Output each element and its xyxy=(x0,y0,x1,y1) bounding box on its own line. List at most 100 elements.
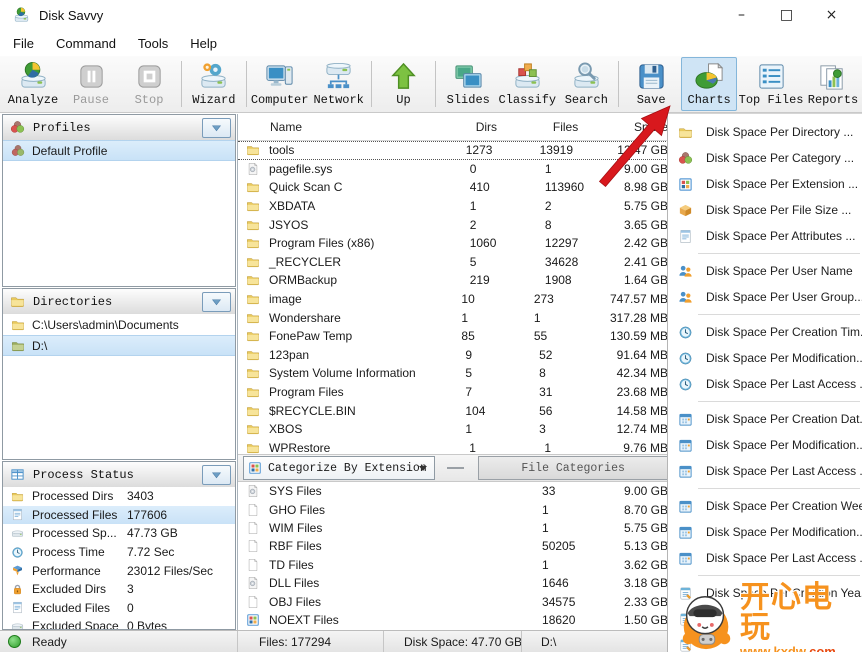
file-row-system-volume-information[interactable]: System Volume Information5842.34 MB xyxy=(238,364,668,383)
toolbar-button-search[interactable]: Search xyxy=(558,57,614,111)
process-status-excluded-space[interactable]: Excluded Space0 Bytes xyxy=(3,617,235,629)
file-row-xbos[interactable]: XBOS1312.74 MB xyxy=(238,420,668,439)
menu-item-disk-space-per-modification[interactable]: Disk Space Per Modification... xyxy=(668,519,862,545)
toolbar-button-save[interactable]: Save xyxy=(623,57,679,111)
category-row-wim-files[interactable]: WIM Files15.75 GB xyxy=(238,519,668,537)
process-status-processed-files[interactable]: Processed Files177606 xyxy=(3,506,235,525)
process-status-processed-sp[interactable]: Processed Sp...47.73 GB xyxy=(3,524,235,543)
menu-item-disk-space-per-category[interactable]: Disk Space Per Category ... xyxy=(668,145,862,171)
toolbar-button-label: Analyze xyxy=(8,93,58,107)
menu-item-disk-space-per-modification[interactable]: Disk Space Per Modification... xyxy=(668,345,862,371)
status-files: Files: 177294 xyxy=(259,635,331,649)
chevron-down-icon xyxy=(203,466,230,484)
close-button[interactable]: × xyxy=(809,0,854,30)
file-row-jsyos[interactable]: JSYOS283.65 GB xyxy=(238,215,668,234)
file-row-xbdata[interactable]: XBDATA125.75 GB xyxy=(238,197,668,216)
file-row-wondershare[interactable]: Wondershare11317.28 MB xyxy=(238,308,668,327)
file-row-ormbackup[interactable]: ORMBackup21919081.64 GB xyxy=(238,271,668,290)
toolbar-button-stop[interactable]: Stop xyxy=(121,57,177,111)
menu-item-disk-space-per-last-access[interactable]: Disk Space Per Last Access ... xyxy=(668,545,862,571)
menu-item-disk-space-per-directory[interactable]: Disk Space Per Directory ... xyxy=(668,119,862,145)
menu-item-disk-space-per-user-name[interactable]: Disk Space Per User Name xyxy=(668,258,862,284)
menu-item-disk-space-per-last-access[interactable]: Disk Space Per Last Access ... xyxy=(668,371,862,397)
file-name-cell: ORMBackup xyxy=(238,273,470,287)
menu-command[interactable]: Command xyxy=(47,36,125,51)
category-row-obj-files[interactable]: OBJ Files345752.33 GB xyxy=(238,592,668,610)
process-status-process-time[interactable]: Process Time7.72 Sec xyxy=(3,543,235,562)
category-row-rbf-files[interactable]: RBF Files502055.13 GB xyxy=(238,537,668,555)
category-files-cell: 1 xyxy=(542,503,624,517)
folder-icon xyxy=(246,255,260,269)
menu-file[interactable]: File xyxy=(4,36,43,51)
calendar-icon xyxy=(678,525,693,540)
process-status-excluded-dirs[interactable]: Excluded Dirs3 xyxy=(3,580,235,599)
toolbar-button-wizard[interactable]: Wizard xyxy=(186,57,242,111)
file-row-quick-scan-c[interactable]: Quick Scan C4101139608.98 GB xyxy=(238,178,668,197)
process-status-excluded-files[interactable]: Excluded Files0 xyxy=(3,599,235,618)
menu-item-disk-space-per-modification[interactable]: Disk Space Per Modification... xyxy=(668,432,862,458)
splitter-handle[interactable] xyxy=(447,467,465,469)
menu-item-disk-space-per-attributes[interactable]: Disk Space Per Attributes ... xyxy=(668,223,862,249)
menu-separator xyxy=(698,401,860,402)
profiles-dropdown-button[interactable] xyxy=(202,118,231,138)
menu-item-disk-space-per-creation-tim[interactable]: Disk Space Per Creation Tim... xyxy=(668,319,862,345)
column-header-name[interactable]: Name xyxy=(238,120,476,134)
menu-item-disk-space-per-last-access[interactable]: Disk Space Per Last Access ... xyxy=(668,458,862,484)
minimize-button[interactable]: – xyxy=(719,0,764,30)
toolbar-button-network[interactable]: Network xyxy=(311,57,367,111)
menu-item-disk-space-per-user-group[interactable]: Disk Space Per User Group... xyxy=(668,284,862,310)
process-status-processed-dirs[interactable]: Processed Dirs3403 xyxy=(3,487,235,506)
column-header-dirs[interactable]: Dirs xyxy=(476,120,553,134)
menu-item-disk-space-per-file-size[interactable]: Disk Space Per File Size ... xyxy=(668,197,862,223)
menu-tools[interactable]: Tools xyxy=(129,36,177,51)
category-row-noext-files[interactable]: NOEXT Files186201.50 GB xyxy=(238,611,668,629)
toolbar-button-analyze[interactable]: Analyze xyxy=(5,57,61,111)
folder-icon xyxy=(246,143,260,157)
category-files-cell: 50205 xyxy=(542,539,624,553)
categorize-dropdown[interactable]: Categorize By Extension xyxy=(243,456,435,480)
category-row-gho-files[interactable]: GHO Files18.70 GB xyxy=(238,500,668,518)
file-row-recycler[interactable]: _RECYCLER5346282.41 GB xyxy=(238,253,668,272)
profile-item-default-profile[interactable]: Default Profile xyxy=(3,140,235,161)
toolbar-button-computer[interactable]: Computer xyxy=(251,57,309,111)
toolbar-button-up[interactable]: Up xyxy=(375,57,431,111)
menu-help[interactable]: Help xyxy=(181,36,226,51)
file-categories-button[interactable]: File Categories xyxy=(478,456,668,480)
column-header-files[interactable]: Files xyxy=(553,120,634,134)
toolbar-button-slides[interactable]: Slides xyxy=(440,57,496,111)
file-row-image[interactable]: image10273747.57 MB xyxy=(238,290,668,309)
directory-item-d[interactable]: D:\ xyxy=(3,335,235,356)
directories-dropdown-button[interactable] xyxy=(202,292,231,312)
menu-item-disk-space-per-creation-dat[interactable]: Disk Space Per Creation Dat... xyxy=(668,406,862,432)
file-row-pagefile-sys[interactable]: pagefile.sys019.00 GB xyxy=(238,160,668,179)
file-row-123pan[interactable]: 123pan95291.64 MB xyxy=(238,346,668,365)
menu-item-disk-space-per-extension[interactable]: Disk Space Per Extension ... xyxy=(668,171,862,197)
file-dirs-cell: 10 xyxy=(461,292,533,306)
toolbar-button-top-files[interactable]: Top Files xyxy=(739,57,803,111)
directory-item-c-users-admin-documents[interactable]: C:\Users\admin\Documents xyxy=(3,314,235,335)
file-row-program-files[interactable]: Program Files73123.68 MB xyxy=(238,383,668,402)
file-dirs-cell: 104 xyxy=(465,404,539,418)
file-row-program-files-x86[interactable]: Program Files (x86)1060122972.42 GB xyxy=(238,234,668,253)
column-header-space[interactable]: Space xyxy=(634,120,668,134)
file-row-fonepaw-temp[interactable]: FonePaw Temp8555130.59 MB xyxy=(238,327,668,346)
file-row-recycle-bin[interactable]: $RECYCLE.BIN1045614.58 MB xyxy=(238,401,668,420)
file-row-tools[interactable]: tools12731391912.47 GB xyxy=(238,141,668,160)
toolbar-button-classify[interactable]: Classify xyxy=(498,57,556,111)
category-row-dll-files[interactable]: DLL Files16463.18 GB xyxy=(238,574,668,592)
category-row-td-files[interactable]: TD Files13.62 GB xyxy=(238,556,668,574)
process-status-dropdown-button[interactable] xyxy=(202,465,231,485)
folder-icon xyxy=(246,329,260,343)
toolbar-button-pause[interactable]: Pause xyxy=(63,57,119,111)
computer-icon xyxy=(264,61,295,92)
menu-item-label: Disk Space Per Extension ... xyxy=(706,177,858,191)
file-icon xyxy=(246,503,260,517)
menu-item-disk-space-per-creation-wee[interactable]: Disk Space Per Creation Wee... xyxy=(668,493,862,519)
maximize-button[interactable]: □ xyxy=(764,0,809,30)
toolbar-button-reports[interactable]: Reports xyxy=(805,57,861,111)
menu-separator xyxy=(698,575,860,576)
category-row-sys-files[interactable]: SYS Files339.00 GB xyxy=(238,482,668,500)
process-status-performance[interactable]: Performance23012 Files/Sec xyxy=(3,561,235,580)
toolbar-button-charts[interactable]: Charts xyxy=(681,57,737,111)
file-space-cell: 317.28 MB xyxy=(610,311,668,325)
